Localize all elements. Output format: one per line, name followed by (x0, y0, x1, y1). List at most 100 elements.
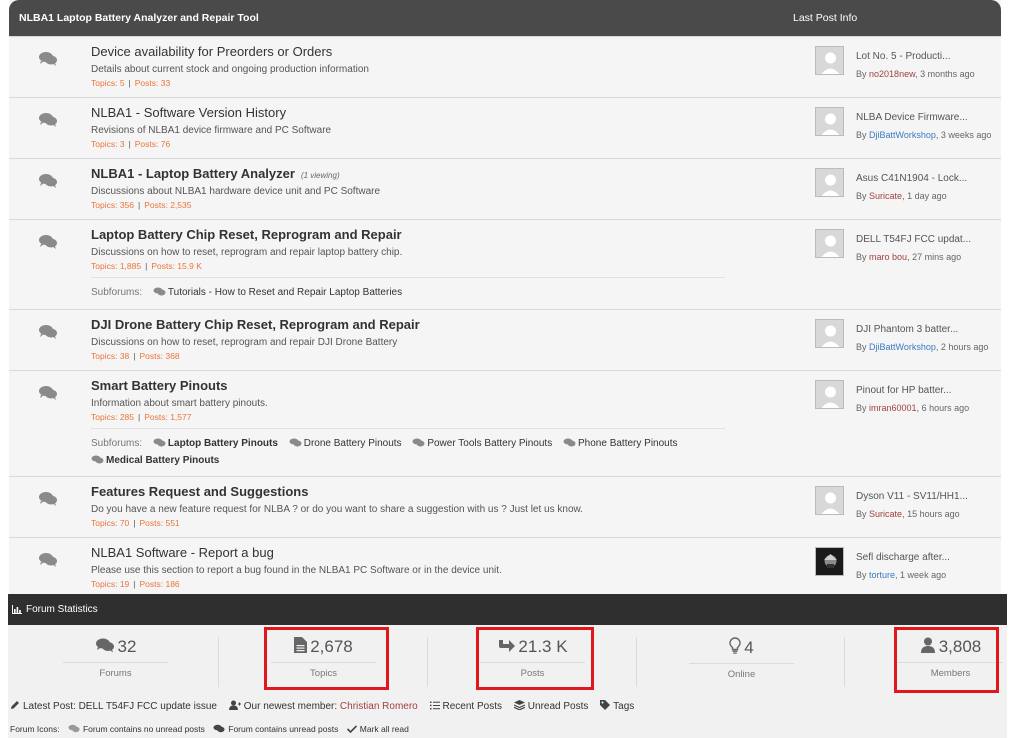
forum-description: Do you have a new feature request for NL… (91, 504, 583, 515)
online-label: Online (727, 669, 756, 680)
last-post-user[interactable]: imran60001 (869, 403, 917, 413)
user-plus-icon (228, 700, 241, 710)
forum-stats: Topics: 38 | Posts: 368 (91, 351, 180, 361)
forum-title[interactable]: Smart Battery Pinouts (91, 378, 228, 393)
forum-statistics-bar: Forum Statistics (8, 594, 1007, 625)
subforums: Subforums: Tutorials - How to Reset and … (91, 277, 725, 304)
topics-count: Topics: 1,885 (91, 261, 142, 271)
last-post-user[interactable]: Suricate (869, 509, 902, 519)
last-post-title[interactable]: Dyson V11 - SV11/HH1... (856, 491, 968, 502)
legend-unread: Forum contains unread posts (213, 724, 338, 734)
recent-posts-link[interactable]: Recent Posts (429, 701, 502, 712)
forum-row: NLBA1 - Laptop Battery Analyzer (1 viewin… (9, 158, 1001, 219)
last-post-user[interactable]: torture (869, 570, 895, 580)
topics-count: Topics: 3 (91, 139, 125, 149)
comments-icon (39, 52, 57, 66)
forum-title[interactable]: NLBA1 - Software Version History (91, 105, 286, 120)
category-header: NLBA1 Laptop Battery Analyzer and Repair… (9, 0, 1001, 36)
forum-stats: Topics: 3 | Posts: 76 (91, 139, 171, 149)
default-avatar-icon (816, 320, 843, 347)
avatar[interactable] (815, 168, 844, 197)
tag-icon (600, 700, 611, 710)
legend-row: Forum Icons: Forum contains no unread po… (10, 724, 415, 734)
forum-row: Smart Battery Pinouts Information about … (9, 370, 1001, 476)
forum-title[interactable]: Features Request and Suggestions (91, 484, 308, 499)
forum-row: Features Request and Suggestions Do you … (9, 476, 1001, 537)
last-post-title[interactable]: Sefl discharge after... (856, 552, 950, 563)
last-post-user[interactable]: DjiBattWorkshop (869, 130, 936, 140)
subforum-link[interactable]: Medical Battery Pinouts (91, 455, 219, 466)
comments-icon (68, 724, 80, 733)
list-icon (429, 701, 440, 710)
last-post-title[interactable]: Asus C41N1904 - Lock... (856, 173, 967, 184)
avatar[interactable] (815, 107, 844, 136)
stack-icon (513, 700, 526, 711)
topics-count: Topics: 285 (91, 412, 134, 422)
avatar[interactable] (815, 319, 844, 348)
forum-stats: Topics: 1,885 | Posts: 15.9 K (91, 261, 202, 271)
last-post-by: By maro bou, 27 mins ago (856, 252, 962, 262)
bar-chart-icon (12, 605, 22, 614)
forum-row: Laptop Battery Chip Reset, Reprogram and… (9, 219, 1001, 309)
comments-icon (153, 287, 166, 296)
default-avatar-icon (816, 108, 843, 135)
last-post-user[interactable]: Suricate (869, 191, 902, 201)
last-post-title[interactable]: DELL T54FJ FCC updat... (856, 234, 971, 245)
comments-icon (153, 438, 166, 447)
check-icon (346, 725, 357, 734)
forum-title[interactable]: DJI Drone Battery Chip Reset, Reprogram … (91, 317, 420, 332)
subforum-link[interactable]: Drone Battery Pinouts (289, 438, 402, 449)
forum-title[interactable]: Laptop Battery Chip Reset, Reprogram and… (91, 227, 402, 242)
avatar[interactable] (815, 486, 844, 515)
forum-stats: Topics: 70 | Posts: 551 (91, 518, 180, 528)
newest-member: Our newest member: Christian Romero (228, 700, 418, 712)
last-post-title[interactable]: Lot No. 5 - Producti... (856, 51, 951, 62)
avatar[interactable] (815, 380, 844, 409)
posts-count: Posts: 33 (134, 78, 171, 88)
pencil-icon (11, 701, 19, 709)
posts-count: Posts: 76 (134, 139, 171, 149)
forum-description: Discussions on how to reset, reprogram a… (91, 247, 403, 258)
avatar[interactable] (815, 547, 844, 576)
avatar[interactable] (815, 46, 844, 75)
forum-description: Revisions of NLBA1 device firmware and P… (91, 125, 332, 136)
forum-row: NLBA1 Software - Report a bug Please use… (9, 537, 1001, 594)
subforum-link[interactable]: Power Tools Battery Pinouts (412, 438, 552, 449)
tags-link[interactable]: Tags (600, 700, 634, 712)
topics-count: Topics: 19 (91, 579, 130, 589)
default-avatar-icon (816, 169, 843, 196)
last-post-user[interactable]: no2018new (869, 69, 915, 79)
forums-value: 32 (117, 637, 137, 656)
latest-post-link[interactable]: Latest Post: DELL T54FJ FCC update issue (10, 700, 217, 712)
forum-title[interactable]: Device availability for Preorders or Ord… (91, 44, 332, 59)
default-avatar-icon (816, 47, 843, 74)
category-title[interactable]: NLBA1 Laptop Battery Analyzer and Repair… (19, 12, 259, 24)
subforum-link[interactable]: Laptop Battery Pinouts (153, 438, 278, 449)
last-post-by: By imran60001, 6 hours ago (856, 403, 970, 413)
last-post-title[interactable]: Pinout for HP batter... (856, 385, 951, 396)
newest-member-link[interactable]: Christian Romero (340, 701, 418, 712)
user-photo-avatar-icon (816, 548, 843, 575)
subforum-link[interactable]: Tutorials - How to Reset and Repair Lapt… (153, 287, 402, 298)
highlight-box-members (894, 627, 999, 693)
viewing-count: (1 viewing) (300, 171, 340, 180)
subforum-link[interactable]: Phone Battery Pinouts (563, 438, 678, 449)
last-post-user[interactable]: maro bou (869, 252, 907, 262)
default-avatar-icon (816, 230, 843, 257)
last-post-by: By Suricate, 1 day ago (856, 191, 947, 201)
last-post-user[interactable]: DjiBattWorkshop (869, 342, 936, 352)
last-post-by: By Suricate, 15 hours ago (856, 509, 960, 519)
lightbulb-icon (729, 637, 741, 654)
forum-title[interactable]: NLBA1 - Laptop Battery Analyzer (1 viewin… (91, 166, 340, 181)
comments-icon (39, 235, 57, 249)
forum-title[interactable]: NLBA1 Software - Report a bug (91, 545, 274, 560)
avatar[interactable] (815, 229, 844, 258)
last-post-title[interactable]: DJI Phantom 3 batter... (856, 324, 958, 335)
subforums-label: Subforums: (91, 438, 143, 449)
forum-description: Discussions about NLBA1 hardware device … (91, 186, 381, 197)
last-post-title[interactable]: NLBA Device Firmware... (856, 112, 968, 123)
unread-posts-link[interactable]: Unread Posts (513, 700, 588, 712)
last-post-info-header: Last Post Info (793, 12, 858, 24)
posts-count: Posts: 551 (139, 518, 180, 528)
mark-all-read-link[interactable]: Mark all read (346, 724, 409, 734)
